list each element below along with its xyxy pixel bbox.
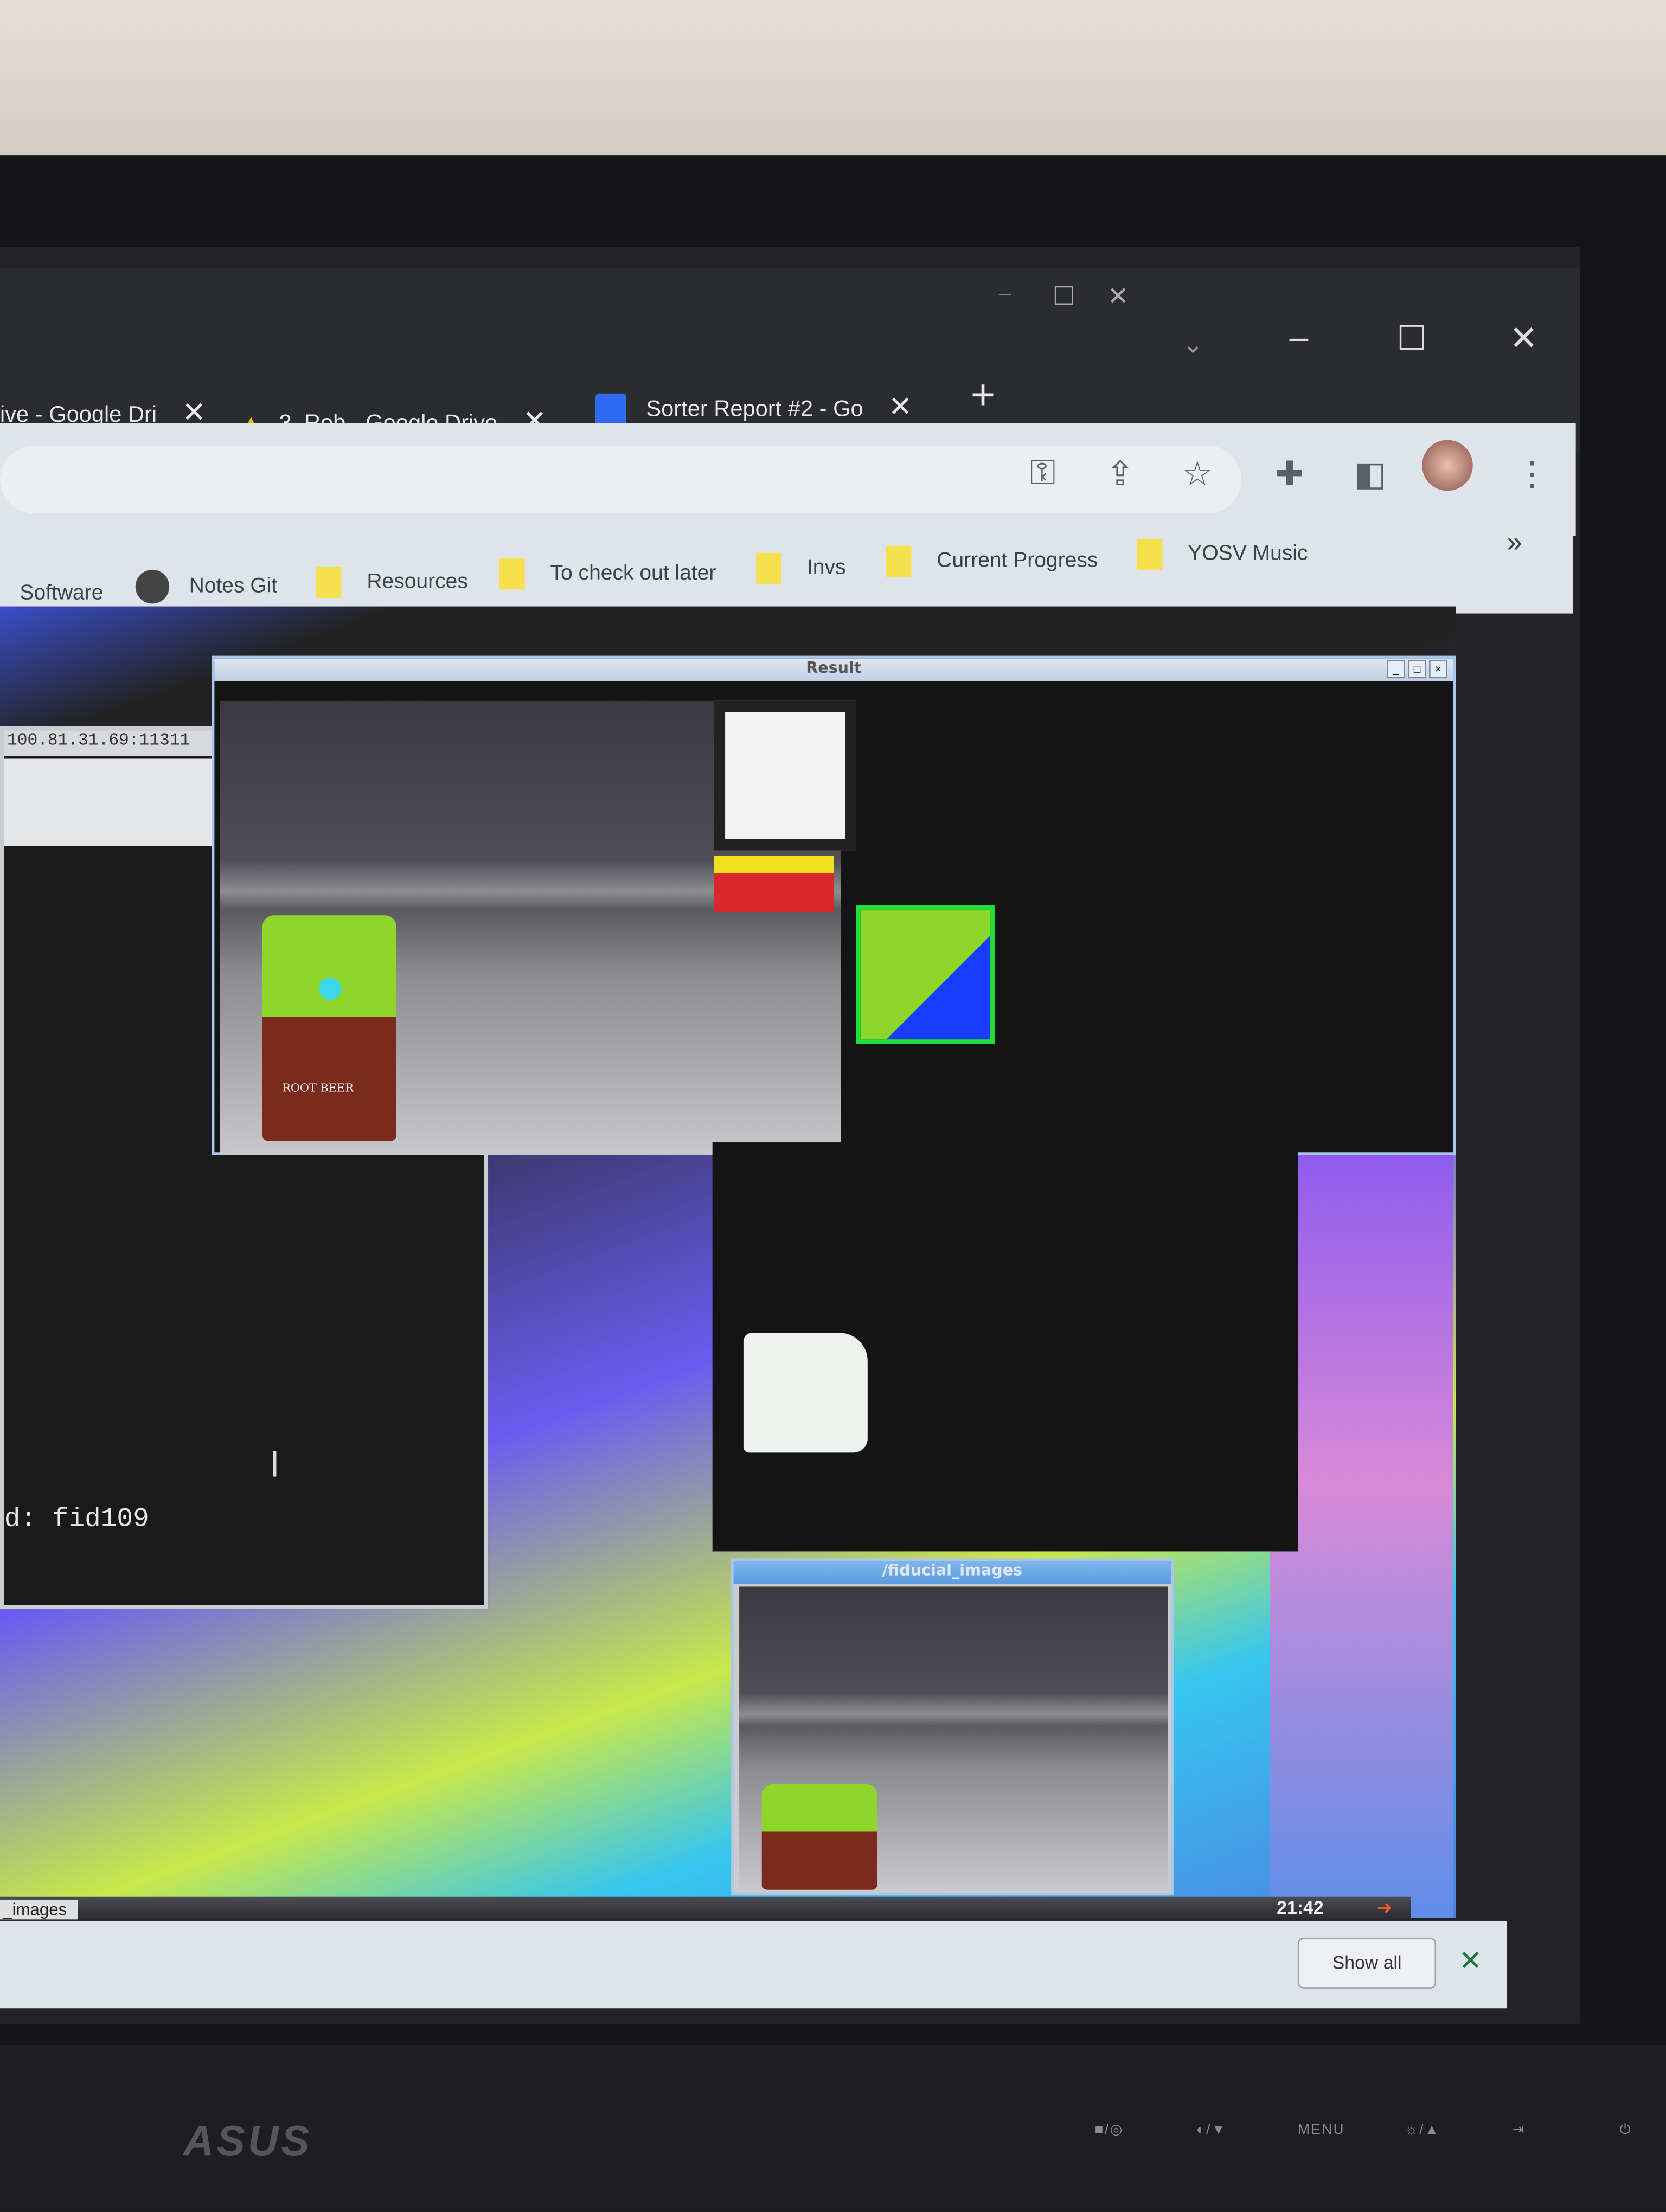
bookmark-to-check-out-later[interactable]: To check out later xyxy=(499,558,716,590)
photo-of-monitor: – ☐ ✕ ⌄ – ☐ ✕ ive - Google Dri✕ ▲3_Rob -… xyxy=(0,0,1666,2211)
root-beer-can: ROOT BEER xyxy=(262,915,396,1141)
star-icon[interactable]: ☆ xyxy=(1182,454,1213,495)
detection-centroid-dot xyxy=(318,977,342,1000)
monitor-button-input[interactable]: ■/◎ xyxy=(1095,2123,1124,2138)
tab-close-icon[interactable]: ✕ xyxy=(888,392,912,423)
bookmark-software[interactable]: Software xyxy=(20,581,103,605)
minimize-icon[interactable]: – xyxy=(1290,319,1309,358)
monitor-button-contrast[interactable]: ◐/▼ xyxy=(1196,2123,1227,2138)
logout-arrow-icon[interactable]: ➜ xyxy=(1377,1897,1392,1920)
bookmark-notes-git[interactable]: Notes Git xyxy=(135,569,278,604)
root-beer-can xyxy=(761,1784,878,1890)
bookmark-label: Resources xyxy=(367,569,468,594)
bookmark-resources[interactable]: Resources xyxy=(316,567,468,598)
terminal-output: d: fid109 xyxy=(4,1503,149,1535)
camera-feed-image: ROOT BEER xyxy=(220,700,856,1155)
tab-search-chevron-icon[interactable]: ⌄ xyxy=(1182,330,1203,360)
profile-avatar[interactable] xyxy=(1422,440,1473,491)
fiducial-images-window[interactable]: /fiducial_images xyxy=(731,1558,1174,1896)
close-download-bar-icon[interactable]: ✕ xyxy=(1459,1944,1483,1979)
window-minimize-button[interactable]: _ xyxy=(1387,660,1405,679)
bookmarks-overflow-button[interactable]: » xyxy=(1507,528,1522,560)
fiducial-marker xyxy=(714,700,856,851)
bookmark-label: Invs xyxy=(806,555,846,580)
google-docs-icon xyxy=(595,393,626,427)
text-cursor-ibeam-icon: I xyxy=(269,1443,280,1486)
menu-kebab-icon[interactable]: ⋮ xyxy=(1515,454,1549,495)
bookmark-label: Notes Git xyxy=(189,574,278,598)
bookmark-label: To check out later xyxy=(550,561,716,586)
folder-icon xyxy=(756,552,782,584)
download-bar xyxy=(0,1920,1507,2009)
github-icon xyxy=(135,569,170,604)
wall xyxy=(0,0,1666,156)
monitor-power-button[interactable]: ⏻ xyxy=(1619,2123,1632,2138)
taskbar-item-images[interactable]: _images xyxy=(0,1899,79,1920)
bookmark-invs[interactable]: Invs xyxy=(756,552,846,584)
inner-maximize-icon[interactable]: ☐ xyxy=(1053,282,1075,312)
mask-blob xyxy=(743,1333,868,1453)
folder-icon xyxy=(886,545,912,577)
result-window[interactable]: Result _ □ × ROOT BEER xyxy=(212,655,1456,1155)
bookmark-current-progress[interactable]: Current Progress xyxy=(886,545,1098,577)
can-label: ROOT BEER xyxy=(282,1082,354,1095)
remote-taskbar: _images 21:42 ➜ xyxy=(0,1896,1411,1920)
window-close-button[interactable]: × xyxy=(1429,660,1447,679)
asus-logo: ASUS xyxy=(183,2118,312,2165)
tab-label: Sorter Report #2 - Go xyxy=(646,397,863,422)
new-tab-button[interactable]: + xyxy=(971,372,996,420)
fiducial-camera-image xyxy=(739,1586,1168,1890)
terminal-tab-pane xyxy=(4,758,230,846)
inner-minimize-icon[interactable]: – xyxy=(999,282,1011,307)
maximize-icon[interactable]: ☐ xyxy=(1396,319,1427,359)
monitor-button-source[interactable]: ⇥ xyxy=(1513,2123,1526,2138)
bookmark-label: Current Progress xyxy=(937,548,1098,573)
folder-icon xyxy=(499,558,525,590)
mask-window[interactable] xyxy=(712,1142,1298,1552)
extensions-puzzle-icon[interactable]: ✚ xyxy=(1276,454,1304,495)
result-window-title: Result xyxy=(214,658,1453,681)
folder-icon xyxy=(1137,538,1163,570)
tab-sorter-report[interactable]: Sorter Report #2 - Go ✕ xyxy=(595,389,912,427)
bookmark-yosv-music[interactable]: YOSV Music xyxy=(1137,538,1308,570)
share-icon[interactable]: ⇪ xyxy=(1106,454,1134,495)
folder-icon xyxy=(316,567,342,598)
detection-bounding-box xyxy=(856,905,995,1044)
monitor-button-brightness[interactable]: ☼/▲ xyxy=(1405,2123,1440,2138)
terminal-title: 100.81.31.69:11311 xyxy=(4,730,233,756)
fiducial-window-title: /fiducial_images xyxy=(733,1561,1171,1584)
close-window-icon[interactable]: ✕ xyxy=(1509,319,1537,359)
window-maximize-button[interactable]: □ xyxy=(1408,660,1426,679)
side-panel-icon[interactable]: ◧ xyxy=(1354,454,1386,495)
inner-close-icon[interactable]: ✕ xyxy=(1107,282,1129,312)
bookmark-label: YOSV Music xyxy=(1188,541,1308,566)
show-all-downloads-button[interactable]: Show all xyxy=(1298,1938,1437,1989)
monitor-button-menu[interactable]: MENU xyxy=(1298,2123,1345,2138)
background-box xyxy=(714,856,834,913)
taskbar-clock: 21:42 xyxy=(1277,1896,1324,1918)
key-icon[interactable]: ⚿ xyxy=(1030,454,1056,494)
